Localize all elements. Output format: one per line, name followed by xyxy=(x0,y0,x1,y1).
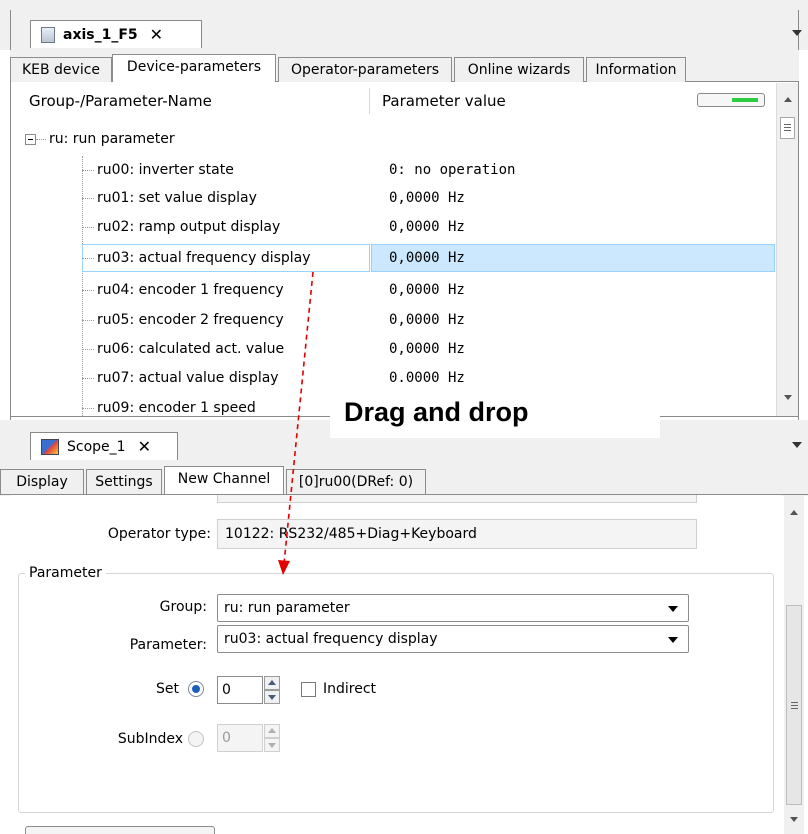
set-spin-input[interactable]: 0 xyxy=(217,676,263,704)
row-connector xyxy=(82,349,94,350)
panel-menu-icon[interactable] xyxy=(792,442,802,448)
set-label: Set xyxy=(156,681,179,697)
parameter-dropdown[interactable]: ru03: actual frequency display xyxy=(217,625,689,653)
tree-row[interactable]: ru00: inverter state 0: no operation xyxy=(11,156,775,184)
bottom-content: Operator type: 10122: RS232/485+Diag+Key… xyxy=(11,495,781,834)
row-name: ru04: encoder 1 frequency xyxy=(97,282,284,298)
row-name: ru07: actual value display xyxy=(97,370,279,386)
subindex-label: SubIndex xyxy=(117,731,183,747)
group-label: Group: xyxy=(159,599,207,615)
row-value: 0,0000 Hz xyxy=(389,250,465,266)
panel-menu-icon[interactable] xyxy=(792,30,802,36)
row-value: 0: no operation xyxy=(389,162,516,178)
close-icon[interactable]: ✕ xyxy=(150,25,163,44)
tree-row[interactable]: ru02: ramp output display 0,0000 Hz xyxy=(11,213,775,241)
row-value: 0,0000 Hz xyxy=(389,219,465,235)
tab-new-channel[interactable]: New Channel xyxy=(164,466,284,494)
indirect-checkbox[interactable] xyxy=(301,682,316,697)
column-header-value[interactable]: Parameter value xyxy=(382,92,506,110)
row-connector xyxy=(82,408,94,409)
tab-information[interactable]: Information xyxy=(586,57,686,82)
document-tab-scope[interactable]: Scope_1 ✕ xyxy=(30,432,178,460)
row-connector xyxy=(82,320,94,321)
scroll-down-arrow-icon[interactable] xyxy=(784,395,792,400)
row-value: 0,0000 Hz xyxy=(389,190,465,206)
tab-keb-device[interactable]: KEB device xyxy=(10,57,112,82)
row-connector xyxy=(82,258,94,259)
row-value: 0,0000 Hz xyxy=(389,312,465,328)
scroll-down-arrow-icon[interactable] xyxy=(790,817,798,822)
row-connector xyxy=(82,227,94,228)
row-name: ru01: set value display xyxy=(97,190,257,206)
drag-drop-label: Drag and drop xyxy=(330,386,660,438)
row-connector xyxy=(82,170,94,171)
set-spin-up[interactable] xyxy=(264,676,280,690)
tree-row-selected[interactable]: ru03: actual frequency display 0,0000 Hz xyxy=(11,244,775,272)
chevron-down-icon xyxy=(668,637,678,643)
row-value: 0,0000 Hz xyxy=(389,282,465,298)
status-indicator xyxy=(697,93,765,107)
tree-row[interactable]: ru05: encoder 2 frequency 0,0000 Hz xyxy=(11,306,775,334)
subindex-spin-input[interactable]: 0 xyxy=(217,724,263,752)
scrollbar-thumb[interactable] xyxy=(780,117,795,139)
parameter-groupbox-title: Parameter xyxy=(25,565,106,581)
scrollbar-thumb[interactable] xyxy=(786,605,802,805)
scroll-up-arrow-icon[interactable] xyxy=(790,510,798,515)
partial-button[interactable] xyxy=(25,826,215,834)
close-icon[interactable]: ✕ xyxy=(138,437,151,456)
row-name: ru06: calculated act. value xyxy=(97,341,285,357)
tree-group-label[interactable]: ru: run parameter xyxy=(49,129,175,149)
tab-device-parameters[interactable]: Device-parameters xyxy=(112,54,276,82)
tree-row[interactable]: ru04: encoder 1 frequency 0,0000 Hz xyxy=(11,276,775,304)
group-dropdown[interactable]: ru: run parameter xyxy=(217,594,689,622)
tab-online-wizards[interactable]: Online wizards xyxy=(454,57,584,82)
tab-display[interactable]: Display xyxy=(0,469,84,494)
tab-settings[interactable]: Settings xyxy=(86,469,162,494)
parameter-label: Parameter: xyxy=(129,637,207,653)
partial-field xyxy=(217,495,697,503)
set-radio[interactable] xyxy=(188,681,204,697)
scroll-up-arrow-icon[interactable] xyxy=(784,97,792,102)
tree-row[interactable]: ru01: set value display 0,0000 Hz xyxy=(11,184,775,212)
document-tab-title: Scope_1 xyxy=(67,438,126,455)
collapse-toggle-icon[interactable] xyxy=(25,134,36,145)
top-panel: axis_1_F5 ✕ KEB device Device-parameters… xyxy=(0,0,808,420)
row-connector xyxy=(82,290,94,291)
row-connector xyxy=(82,378,94,379)
document-tab-title: axis_1_F5 xyxy=(63,26,138,43)
parameter-dropdown-value: ru03: actual frequency display xyxy=(224,631,438,647)
row-name: ru05: encoder 2 frequency xyxy=(97,312,284,328)
group-dropdown-value: ru: run parameter xyxy=(224,600,350,616)
row-name: ru02: ramp output display xyxy=(97,219,281,235)
row-name: ru00: inverter state xyxy=(97,162,234,178)
bottom-scrollbar[interactable] xyxy=(784,495,804,834)
operator-type-label: Operator type: xyxy=(107,526,211,542)
subindex-spin-down[interactable] xyxy=(264,738,280,752)
row-name: ru09: encoder 1 speed xyxy=(97,400,256,416)
row-value: 0,0000 Hz xyxy=(389,341,465,357)
subindex-radio[interactable] xyxy=(188,731,204,747)
document-tab-axis[interactable]: axis_1_F5 ✕ xyxy=(30,20,202,48)
device-icon xyxy=(41,26,55,43)
row-name: ru03: actual frequency display xyxy=(97,250,311,266)
set-spin-down[interactable] xyxy=(264,690,280,704)
chevron-down-icon xyxy=(668,606,678,612)
indirect-label: Indirect xyxy=(323,681,377,697)
subindex-spin-up[interactable] xyxy=(264,724,280,738)
tree-row[interactable]: ru06: calculated act. value 0,0000 Hz xyxy=(11,335,775,363)
row-connector xyxy=(82,198,94,199)
column-header-divider xyxy=(369,88,370,114)
tab-channel-ru00[interactable]: [0]ru00(DRef: 0) xyxy=(286,469,426,494)
scope-icon xyxy=(41,438,59,455)
tab-operator-parameters[interactable]: Operator-parameters xyxy=(278,57,452,82)
top-scrollbar[interactable] xyxy=(776,83,798,416)
operator-type-field: 10122: RS232/485+Diag+Keyboard xyxy=(217,519,697,549)
parameter-tree: Group-/Parameter-Name Parameter value ru… xyxy=(11,82,775,416)
column-header-name[interactable]: Group-/Parameter-Name xyxy=(29,92,212,110)
group-connector xyxy=(36,139,46,140)
